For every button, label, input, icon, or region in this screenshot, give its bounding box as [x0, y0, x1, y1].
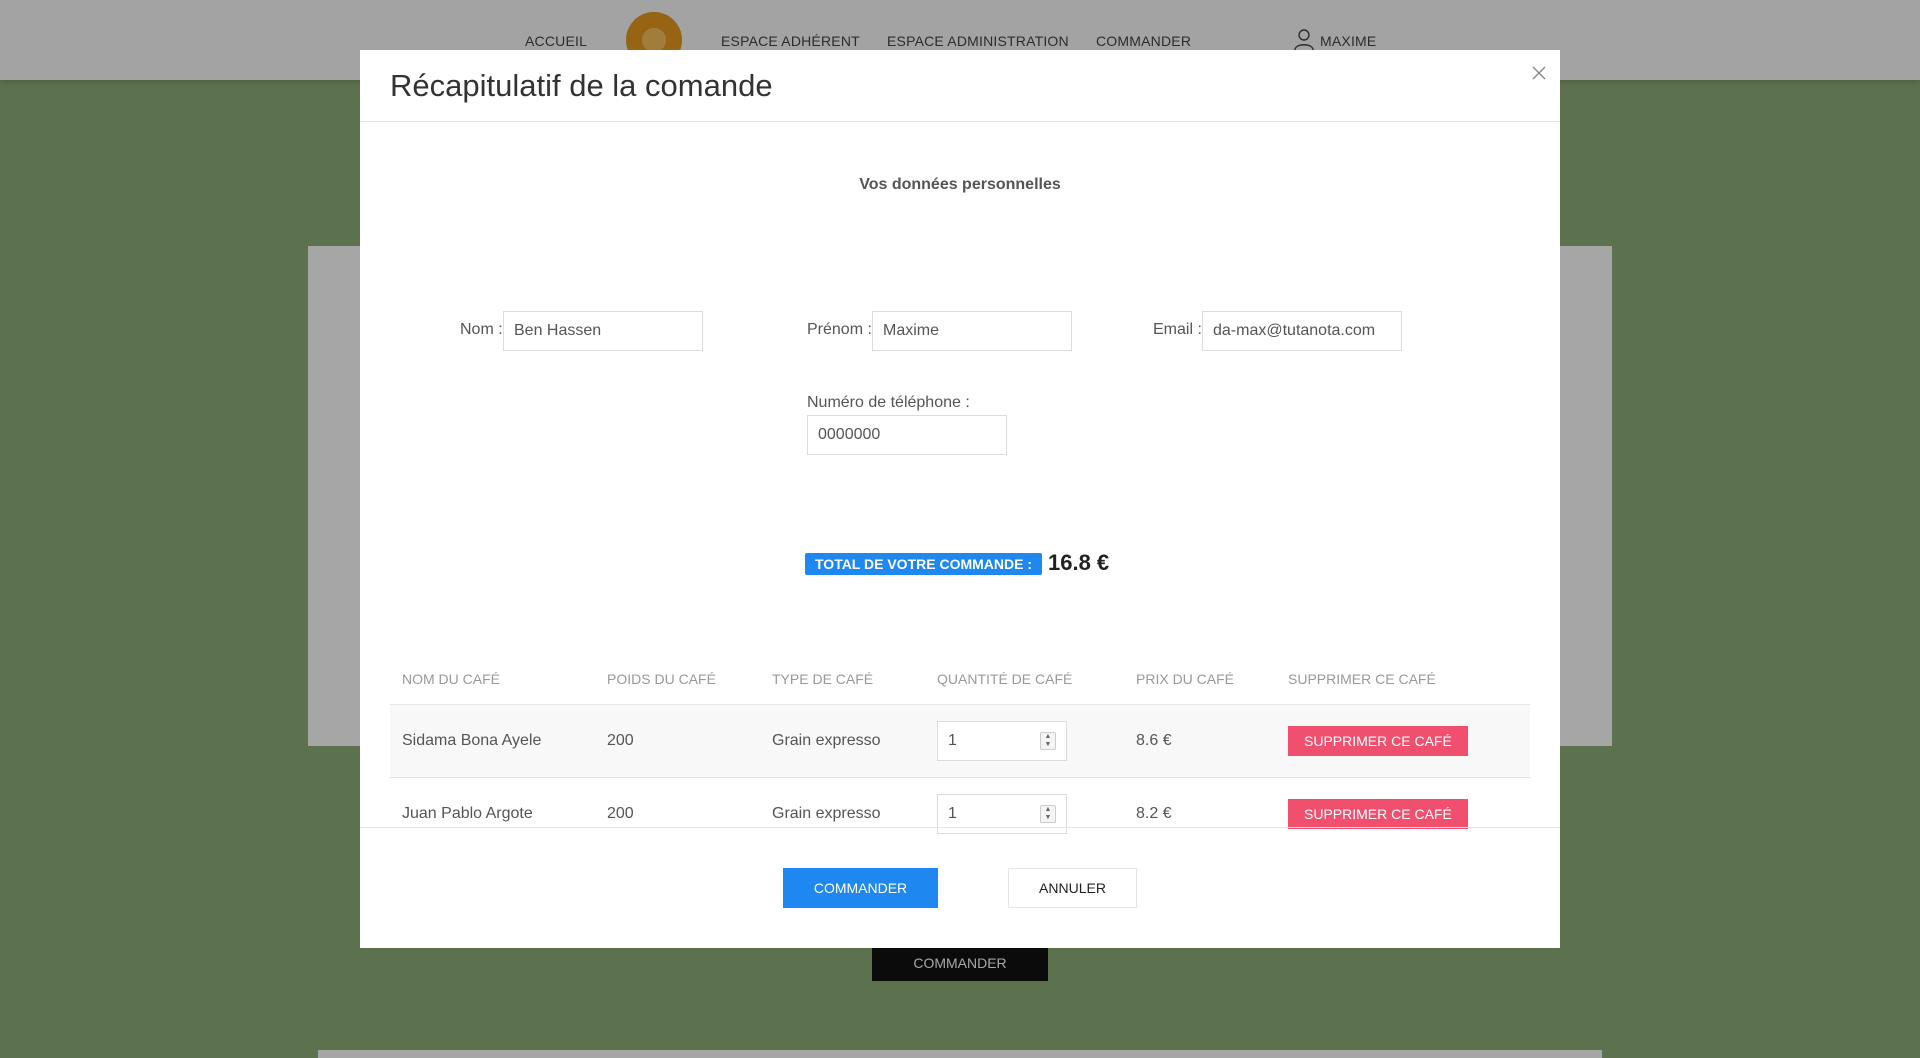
- close-icon[interactable]: [1528, 62, 1550, 84]
- modal-header: Récapitulatif de la comande: [360, 50, 1560, 122]
- quantity-input[interactable]: [938, 721, 1038, 760]
- total-amount: 16.8 €: [1048, 550, 1110, 575]
- stepper-arrows-icon[interactable]: ▲ ▼: [1040, 804, 1056, 823]
- cafe-name: Sidama Bona Ayele: [390, 704, 595, 778]
- prenom-label: Prénom :: [807, 321, 872, 338]
- stepper-arrows-icon[interactable]: ▲ ▼: [1040, 731, 1056, 750]
- header-quantite: QUANTITÉ DE CAFÉ: [925, 654, 1124, 705]
- annuler-button[interactable]: ANNULER: [1008, 868, 1137, 908]
- cafe-type: Grain expresso: [760, 704, 925, 778]
- cafe-delete-cell: SUPPRIMER CE CAFÉ: [1276, 704, 1530, 778]
- cart-table: NOM DU CAFÉ POIDS DU CAFÉ TYPE DE CAFÉ Q…: [390, 654, 1530, 850]
- total-badge: TOTAL DE VOTRE COMMANDE :: [805, 553, 1042, 575]
- telephone-field[interactable]: [807, 415, 1007, 455]
- header-poids: POIDS DU CAFÉ: [595, 654, 760, 705]
- cafe-quantity-cell: ▲▼: [925, 704, 1124, 778]
- email-label: Email :: [1153, 321, 1202, 338]
- email-field[interactable]: [1202, 311, 1402, 351]
- header-type: TYPE DE CAFÉ: [760, 654, 925, 705]
- delete-cafe-button[interactable]: SUPPRIMER CE CAFÉ: [1288, 798, 1468, 829]
- personal-data-title: Vos données personnelles: [859, 176, 1061, 193]
- order-summary-modal: Récapitulatif de la comande Vos données …: [360, 50, 1560, 948]
- quantity-stepper[interactable]: ▲▼: [937, 720, 1067, 761]
- modal-title: Récapitulatif de la comande: [390, 68, 773, 103]
- delete-cafe-button[interactable]: SUPPRIMER CE CAFÉ: [1288, 725, 1468, 756]
- nom-field[interactable]: [503, 311, 703, 351]
- header-prix: PRIX DU CAFÉ: [1124, 654, 1276, 705]
- commander-button[interactable]: COMMANDER: [783, 868, 938, 908]
- cafe-weight: 200: [595, 704, 760, 778]
- modal-footer: COMMANDER ANNULER: [360, 827, 1560, 948]
- header-supprimer: SUPPRIMER CE CAFÉ: [1276, 654, 1530, 705]
- nom-label: Nom :: [460, 321, 503, 338]
- cafe-price: 8.6 €: [1124, 704, 1276, 778]
- prenom-field[interactable]: [872, 311, 1072, 351]
- table-row: Sidama Bona Ayele 200 Grain expresso ▲▼ …: [390, 704, 1530, 778]
- table-header-row: NOM DU CAFÉ POIDS DU CAFÉ TYPE DE CAFÉ Q…: [390, 654, 1530, 705]
- header-nom: NOM DU CAFÉ: [390, 654, 595, 705]
- telephone-label: Numéro de téléphone :: [807, 394, 970, 411]
